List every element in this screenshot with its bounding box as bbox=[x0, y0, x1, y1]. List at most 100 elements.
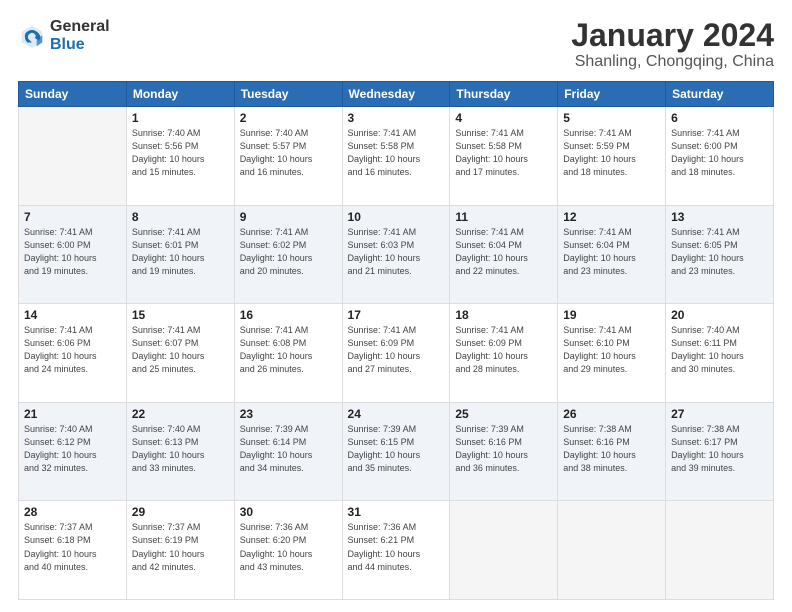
day-info: Sunrise: 7:41 AM Sunset: 6:02 PM Dayligh… bbox=[240, 226, 337, 278]
table-row: 6 Sunrise: 7:41 AM Sunset: 6:00 PM Daylig… bbox=[666, 107, 774, 206]
table-row: 7Sunrise: 7:41 AM Sunset: 6:00 PM Daylig… bbox=[19, 205, 127, 304]
table-row bbox=[450, 501, 558, 600]
day-info: Sunrise: 7:41 AM Sunset: 6:04 PM Dayligh… bbox=[563, 226, 660, 278]
day-info: Sunrise: 7:41 AM Sunset: 5:59 PM Dayligh… bbox=[563, 127, 660, 179]
day-info: Sunrise: 7:41 AM Sunset: 6:08 PM Dayligh… bbox=[240, 324, 337, 376]
day-info: Sunrise: 7:41 AM Sunset: 5:58 PM Dayligh… bbox=[455, 127, 552, 179]
table-row: 20 Sunrise: 7:40 AM Sunset: 6:11 PM Dayli… bbox=[666, 304, 774, 403]
day-number: 23 bbox=[240, 407, 337, 421]
table-row: 12 Sunrise: 7:41 AM Sunset: 6:04 PM Dayli… bbox=[558, 205, 666, 304]
table-row: 2 Sunrise: 7:40 AM Sunset: 5:57 PM Daylig… bbox=[234, 107, 342, 206]
calendar-week-row: 7Sunrise: 7:41 AM Sunset: 6:00 PM Daylig… bbox=[19, 205, 774, 304]
day-info: Sunrise: 7:36 AM Sunset: 6:21 PM Dayligh… bbox=[348, 521, 445, 573]
table-row: 23Sunrise: 7:39 AM Sunset: 6:14 PM Dayli… bbox=[234, 402, 342, 501]
table-row: 9 Sunrise: 7:41 AM Sunset: 6:02 PM Daylig… bbox=[234, 205, 342, 304]
day-info: Sunrise: 7:41 AM Sunset: 6:03 PM Dayligh… bbox=[348, 226, 445, 278]
day-info: Sunrise: 7:37 AM Sunset: 6:18 PM Dayligh… bbox=[24, 521, 121, 573]
day-info: Sunrise: 7:41 AM Sunset: 5:58 PM Dayligh… bbox=[348, 127, 445, 179]
day-info: Sunrise: 7:37 AM Sunset: 6:19 PM Dayligh… bbox=[132, 521, 229, 573]
day-info: Sunrise: 7:40 AM Sunset: 6:13 PM Dayligh… bbox=[132, 423, 229, 475]
day-info: Sunrise: 7:40 AM Sunset: 6:12 PM Dayligh… bbox=[24, 423, 121, 475]
page: General Blue January 2024 Shanling, Chon… bbox=[0, 0, 792, 612]
table-row: 28 Sunrise: 7:37 AM Sunset: 6:18 PM Dayli… bbox=[19, 501, 127, 600]
day-number: 22 bbox=[132, 407, 229, 421]
day-number: 1 bbox=[132, 111, 229, 125]
day-number: 6 bbox=[671, 111, 768, 125]
day-info: Sunrise: 7:41 AM Sunset: 6:07 PM Dayligh… bbox=[132, 324, 229, 376]
table-row: 8 Sunrise: 7:41 AM Sunset: 6:01 PM Daylig… bbox=[126, 205, 234, 304]
table-row: 22 Sunrise: 7:40 AM Sunset: 6:13 PM Dayli… bbox=[126, 402, 234, 501]
calendar-week-row: 28 Sunrise: 7:37 AM Sunset: 6:18 PM Dayli… bbox=[19, 501, 774, 600]
table-row: 26 Sunrise: 7:38 AM Sunset: 6:16 PM Dayli… bbox=[558, 402, 666, 501]
day-number: 20 bbox=[671, 308, 768, 322]
day-info: Sunrise: 7:38 AM Sunset: 6:16 PM Dayligh… bbox=[563, 423, 660, 475]
table-row: 15 Sunrise: 7:41 AM Sunset: 6:07 PM Dayli… bbox=[126, 304, 234, 403]
day-number: 25 bbox=[455, 407, 552, 421]
day-info: Sunrise: 7:41 AM Sunset: 6:04 PM Dayligh… bbox=[455, 226, 552, 278]
table-row: 4Sunrise: 7:41 AM Sunset: 5:58 PM Daylig… bbox=[450, 107, 558, 206]
logo-text: General Blue bbox=[50, 18, 110, 53]
logo-general: General bbox=[50, 18, 110, 36]
day-number: 7 bbox=[24, 210, 121, 224]
table-row: 14Sunrise: 7:41 AM Sunset: 6:06 PM Dayli… bbox=[19, 304, 127, 403]
day-number: 24 bbox=[348, 407, 445, 421]
day-number: 15 bbox=[132, 308, 229, 322]
col-wednesday: Wednesday bbox=[342, 82, 450, 107]
table-row bbox=[19, 107, 127, 206]
logo: General Blue bbox=[18, 18, 110, 53]
day-info: Sunrise: 7:40 AM Sunset: 6:11 PM Dayligh… bbox=[671, 324, 768, 376]
calendar-title: January 2024 bbox=[571, 18, 774, 53]
day-info: Sunrise: 7:39 AM Sunset: 6:15 PM Dayligh… bbox=[348, 423, 445, 475]
day-number: 3 bbox=[348, 111, 445, 125]
calendar-week-row: 14Sunrise: 7:41 AM Sunset: 6:06 PM Dayli… bbox=[19, 304, 774, 403]
day-info: Sunrise: 7:41 AM Sunset: 6:09 PM Dayligh… bbox=[455, 324, 552, 376]
logo-blue: Blue bbox=[50, 36, 110, 54]
table-row: 17 Sunrise: 7:41 AM Sunset: 6:09 PM Dayli… bbox=[342, 304, 450, 403]
day-info: Sunrise: 7:40 AM Sunset: 5:56 PM Dayligh… bbox=[132, 127, 229, 179]
day-number: 28 bbox=[24, 505, 121, 519]
day-number: 9 bbox=[240, 210, 337, 224]
day-number: 26 bbox=[563, 407, 660, 421]
table-row: 3 Sunrise: 7:41 AM Sunset: 5:58 PM Daylig… bbox=[342, 107, 450, 206]
day-number: 13 bbox=[671, 210, 768, 224]
day-number: 19 bbox=[563, 308, 660, 322]
day-number: 2 bbox=[240, 111, 337, 125]
day-number: 10 bbox=[348, 210, 445, 224]
day-info: Sunrise: 7:41 AM Sunset: 6:06 PM Dayligh… bbox=[24, 324, 121, 376]
table-row: 24 Sunrise: 7:39 AM Sunset: 6:15 PM Dayli… bbox=[342, 402, 450, 501]
day-info: Sunrise: 7:38 AM Sunset: 6:17 PM Dayligh… bbox=[671, 423, 768, 475]
table-row: 31Sunrise: 7:36 AM Sunset: 6:21 PM Dayli… bbox=[342, 501, 450, 600]
table-row: 10 Sunrise: 7:41 AM Sunset: 6:03 PM Dayli… bbox=[342, 205, 450, 304]
day-number: 27 bbox=[671, 407, 768, 421]
day-number: 17 bbox=[348, 308, 445, 322]
col-sunday: Sunday bbox=[19, 82, 127, 107]
day-number: 16 bbox=[240, 308, 337, 322]
day-number: 29 bbox=[132, 505, 229, 519]
header: General Blue January 2024 Shanling, Chon… bbox=[18, 18, 774, 71]
day-number: 8 bbox=[132, 210, 229, 224]
table-row: 30Sunrise: 7:36 AM Sunset: 6:20 PM Dayli… bbox=[234, 501, 342, 600]
title-block: January 2024 Shanling, Chongqing, China bbox=[571, 18, 774, 71]
day-number: 21 bbox=[24, 407, 121, 421]
calendar-week-row: 1 Sunrise: 7:40 AM Sunset: 5:56 PM Daylig… bbox=[19, 107, 774, 206]
day-number: 18 bbox=[455, 308, 552, 322]
day-info: Sunrise: 7:41 AM Sunset: 6:01 PM Dayligh… bbox=[132, 226, 229, 278]
day-info: Sunrise: 7:41 AM Sunset: 6:09 PM Dayligh… bbox=[348, 324, 445, 376]
day-info: Sunrise: 7:39 AM Sunset: 6:16 PM Dayligh… bbox=[455, 423, 552, 475]
table-row: 11Sunrise: 7:41 AM Sunset: 6:04 PM Dayli… bbox=[450, 205, 558, 304]
col-saturday: Saturday bbox=[666, 82, 774, 107]
table-row: 13Sunrise: 7:41 AM Sunset: 6:05 PM Dayli… bbox=[666, 205, 774, 304]
table-row: 16 Sunrise: 7:41 AM Sunset: 6:08 PM Dayli… bbox=[234, 304, 342, 403]
calendar-week-row: 21 Sunrise: 7:40 AM Sunset: 6:12 PM Dayli… bbox=[19, 402, 774, 501]
table-row bbox=[666, 501, 774, 600]
day-info: Sunrise: 7:40 AM Sunset: 5:57 PM Dayligh… bbox=[240, 127, 337, 179]
day-number: 12 bbox=[563, 210, 660, 224]
table-row: 29 Sunrise: 7:37 AM Sunset: 6:19 PM Dayli… bbox=[126, 501, 234, 600]
table-row: 18 Sunrise: 7:41 AM Sunset: 6:09 PM Dayli… bbox=[450, 304, 558, 403]
col-tuesday: Tuesday bbox=[234, 82, 342, 107]
day-info: Sunrise: 7:41 AM Sunset: 6:10 PM Dayligh… bbox=[563, 324, 660, 376]
day-info: Sunrise: 7:41 AM Sunset: 6:00 PM Dayligh… bbox=[671, 127, 768, 179]
day-number: 30 bbox=[240, 505, 337, 519]
calendar-table: Sunday Monday Tuesday Wednesday Thursday… bbox=[18, 81, 774, 600]
table-row: 27 Sunrise: 7:38 AM Sunset: 6:17 PM Dayli… bbox=[666, 402, 774, 501]
